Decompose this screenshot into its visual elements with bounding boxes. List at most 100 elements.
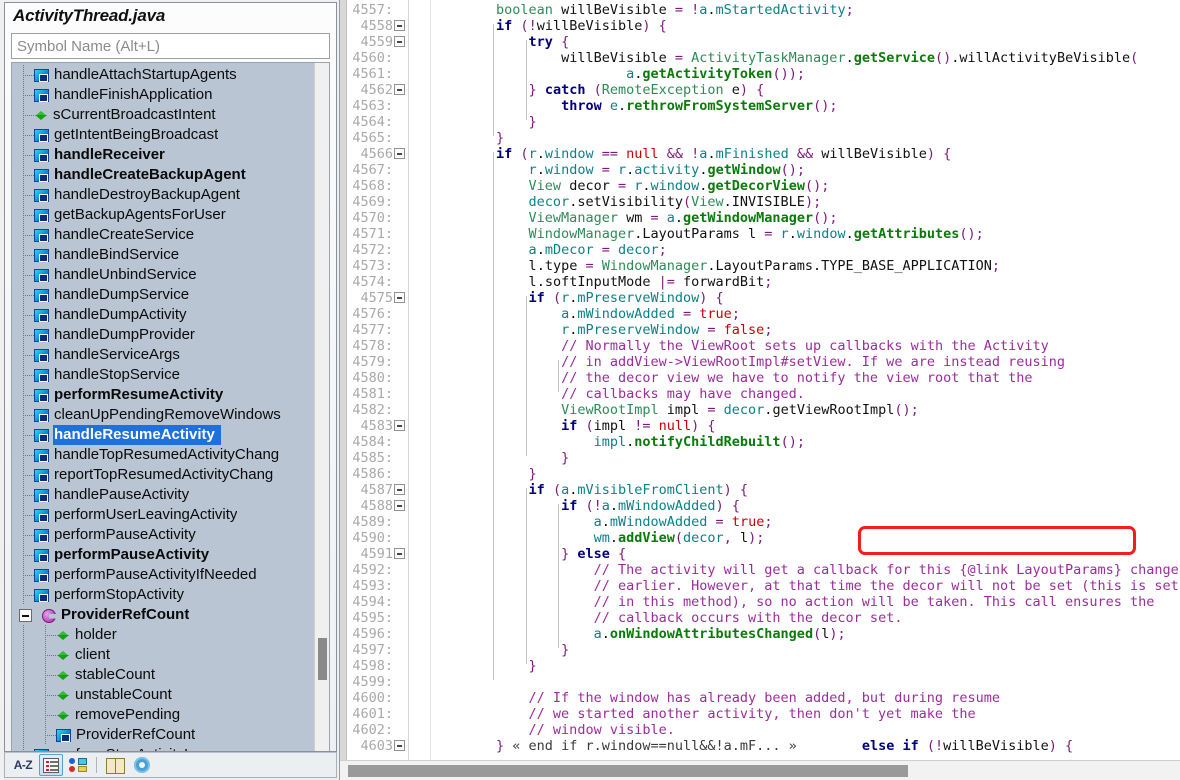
code-token: .type: [536, 258, 578, 274]
tree-item-handlebindservice[interactable]: handleBindService: [12, 245, 314, 265]
tree-item-scurrentbroadcastintent[interactable]: sCurrentBroadcastIntent: [12, 105, 314, 125]
code-token: getAttributes: [853, 226, 960, 242]
tree-item-performstopactivity[interactable]: performStopActivity: [12, 585, 314, 605]
tree-item-handledumpactivity[interactable]: handleDumpActivity: [12, 305, 314, 325]
hierarchy-view-button[interactable]: [66, 754, 90, 776]
book-icon: [106, 758, 125, 774]
code-token: (!: [585, 498, 602, 514]
tree-item-providerrefcount[interactable]: ProviderRefCount: [12, 725, 314, 745]
code-token: getWindow: [707, 162, 781, 178]
tree-item-performuserleavingactivity[interactable]: performUserLeavingActivity: [12, 505, 314, 525]
tree-item-handlepauseactivity[interactable]: handlePauseActivity: [12, 485, 314, 505]
code-line: } catch (RemoteException e) {: [529, 82, 765, 98]
tree-item-handletopresumedactivitychang[interactable]: handleTopResumedActivityChang: [12, 445, 314, 465]
tree-item-unstablecount[interactable]: unstableCount: [12, 685, 314, 705]
symbol-outline-inner: ActivityThread.java handleAttachStartupA…: [4, 2, 337, 752]
symbol-tree[interactable]: handleAttachStartupAgents handleFinishApp…: [12, 63, 314, 751]
tree-item-performpauseactivity[interactable]: performPauseActivity: [12, 525, 314, 545]
tree-item-removepending[interactable]: removePending: [12, 705, 314, 725]
tree-item-label: holder: [75, 626, 117, 643]
field-icon: [57, 649, 70, 662]
tree-item-performstopactivityinner[interactable]: performStopActivityInner: [12, 745, 314, 751]
tree-item-handlefinishapplication[interactable]: handleFinishApplication: [12, 85, 314, 105]
code-fold-toggle[interactable]: [394, 484, 405, 495]
sort-alphabetical-button[interactable]: A-Z: [10, 758, 36, 772]
tree-item-handleresumeactivity[interactable]: handleResumeActivity: [12, 425, 314, 445]
tree-item-performpauseactivityifneeded[interactable]: performPauseActivityIfNeeded: [12, 565, 314, 585]
code-token: mWindowAdded: [609, 514, 708, 530]
code-fold-toggle[interactable]: [394, 148, 405, 159]
list-icon: [43, 757, 59, 773]
symbol-tree-scrollbar[interactable]: [314, 63, 329, 751]
method-icon: [34, 469, 49, 482]
line-number: 4575: [360, 290, 393, 306]
editor-horizontal-scrollbar[interactable]: [340, 760, 1180, 780]
tree-guide: [12, 385, 34, 405]
code-token: }: [561, 642, 570, 658]
code-token: a: [561, 306, 570, 322]
code-fold-toggle[interactable]: [394, 548, 405, 559]
tree-item-getintentbeingbroadcast[interactable]: getIntentBeingBroadcast: [12, 125, 314, 145]
settings-button[interactable]: [130, 754, 154, 776]
code-line: }: [496, 130, 504, 146]
code-line: a.mWindowAdded = true;: [594, 514, 773, 530]
code-fold-toggle[interactable]: [394, 292, 405, 303]
code-token: l: [739, 530, 749, 546]
line-number: 4586:: [352, 466, 393, 482]
code-line: } else {: [561, 546, 626, 562]
code-token: activity: [634, 162, 700, 178]
scrollbar-thumb[interactable]: [318, 638, 327, 680]
line-number: 4596:: [352, 626, 393, 642]
documentation-button[interactable]: [103, 754, 127, 776]
tree-item-reporttopresumedactivitychang[interactable]: reportTopResumedActivityChang: [12, 465, 314, 485]
code-text-area[interactable]: boolean willBeVisible = !a.mStartedActiv…: [431, 0, 1180, 760]
code-line: a.onWindowAttributesChanged(l);: [594, 626, 846, 642]
tree-item-label: handleCreateService: [54, 226, 195, 243]
code-fold-toggle[interactable]: [394, 36, 405, 47]
code-line: if (!a.mWindowAdded) {: [561, 498, 740, 514]
code-token: // The activity will get a callback for …: [593, 562, 1179, 578]
code-fold-toggle[interactable]: [394, 500, 405, 511]
code-fold-toggle[interactable]: [394, 20, 405, 31]
tree-item-handledumpservice[interactable]: handleDumpService: [12, 285, 314, 305]
code-fold-toggle[interactable]: [394, 420, 405, 431]
field-icon: [57, 629, 70, 642]
tree-item-handlereceiver[interactable]: handleReceiver: [12, 145, 314, 165]
code-token: willBeVisible: [561, 2, 667, 18]
code-token: if: [528, 482, 553, 498]
search-input[interactable]: [12, 35, 329, 57]
tree-item-handleserviceargs[interactable]: handleServiceArgs: [12, 345, 314, 365]
method-icon: [34, 489, 49, 502]
tree-item-cleanuppendingremovewindows[interactable]: cleanUpPendingRemoveWindows: [12, 405, 314, 425]
tree-item-stablecount[interactable]: stableCount: [12, 665, 314, 685]
flat-list-view-button[interactable]: [39, 754, 63, 776]
code-token: =: [674, 306, 700, 322]
tree-item-handleattachstartupagents[interactable]: handleAttachStartupAgents: [12, 65, 314, 85]
toolbar-divider: [96, 757, 97, 773]
tree-item-handlecreatebackupagent[interactable]: handleCreateBackupAgent: [12, 165, 314, 185]
code-fold-toggle[interactable]: [394, 84, 405, 95]
tree-item-handlestopservice[interactable]: handleStopService: [12, 365, 314, 385]
code-token: decor: [723, 402, 765, 418]
tree-item-handledestroybackupagent[interactable]: handleDestroyBackupAgent: [12, 185, 314, 205]
tree-item-handledumpprovider[interactable]: handleDumpProvider: [12, 325, 314, 345]
code-token: setVisibility: [577, 194, 683, 210]
tree-expander-minus-icon[interactable]: [19, 608, 32, 622]
tree-item-holder[interactable]: holder: [12, 625, 314, 645]
tree-item-handlecreateservice[interactable]: handleCreateService: [12, 225, 314, 245]
code-editor[interactable]: 4557: 4558 4559 4560: 4561: 4562 4563: 4564: 456…: [340, 0, 1180, 780]
tree-item-performpauseactivity[interactable]: performPauseActivity: [12, 545, 314, 565]
symbol-search-box[interactable]: [11, 33, 330, 59]
code-line: // we started another activity, then don…: [529, 706, 976, 722]
code-line: // in this method), so no action will be…: [594, 594, 1155, 610]
code-fold-toggle[interactable]: [394, 740, 405, 751]
tree-item-providerrefcount[interactable]: ProviderRefCount: [12, 605, 314, 625]
tree-item-handleunbindservice[interactable]: handleUnbindService: [12, 265, 314, 285]
tree-item-client[interactable]: client: [12, 645, 314, 665]
code-line: a.mDecor = decor;: [529, 242, 667, 258]
scrollbar-thumb[interactable]: [348, 765, 908, 777]
tree-item-getbackupagentsforuser[interactable]: getBackupAgentsForUser: [12, 205, 314, 225]
gutter-divider-1: [408, 0, 409, 760]
tree-item-performresumeactivity[interactable]: performResumeActivity: [12, 385, 314, 405]
code-token: ==: [593, 146, 627, 162]
